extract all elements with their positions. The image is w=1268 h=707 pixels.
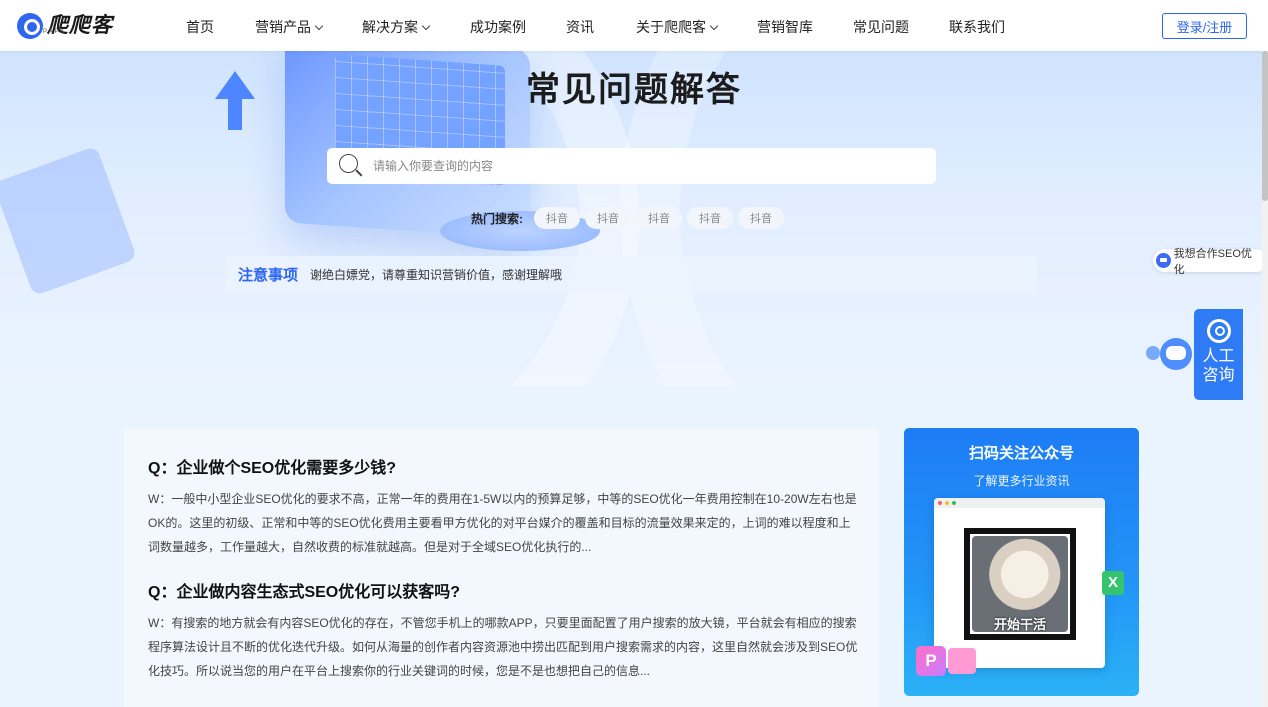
- nav-item-home[interactable]: 首页: [186, 17, 214, 37]
- hot-searches-label: 热门搜索:: [471, 211, 523, 226]
- qr-caption: 开始干活: [993, 617, 1046, 632]
- seo-cooperation-button[interactable]: 我想合作SEO优化: [1153, 248, 1268, 276]
- nav-item-label: 成功案例: [470, 19, 526, 35]
- hot-searches: 热门搜索: 抖音 抖音 抖音 抖音 抖音: [471, 207, 784, 229]
- nav-item-label: 常见问题: [853, 19, 909, 35]
- logo[interactable]: 爬爬客: [17, 13, 113, 39]
- nav-item-label: 关于爬爬客: [636, 19, 706, 35]
- faq-answer: W：一般中小型企业SEO优化的要求不高，正常一年的费用在1-5W以内的预算足够，…: [148, 492, 857, 554]
- nav-item-label: 营销智库: [757, 19, 813, 35]
- chevron-down-icon: [314, 21, 324, 31]
- faq-question[interactable]: Q：企业做个SEO优化需要多少钱?: [148, 458, 860, 480]
- search-bar: [327, 148, 936, 184]
- card-subtitle: 了解更多行业资讯: [973, 474, 1070, 488]
- wechat-follow-card: 扫码关注公众号 了解更多行业资讯 开始干活 P X: [904, 428, 1139, 696]
- browser-window-illustration: 开始干活: [934, 498, 1105, 668]
- robot-face: [1166, 346, 1186, 360]
- nav-item-solutions[interactable]: 解决方案: [362, 17, 431, 37]
- notice-title: 注意事项: [238, 266, 299, 284]
- chevron-down-icon: [421, 21, 431, 31]
- notice-text: 谢绝白嫖党，请尊重知识营销价值，感谢理解哦: [310, 267, 563, 282]
- faq-item[interactable]: Q：企业做个SEO优化需要多少钱? W：一般中小型企业SEO优化的要求不高，正常…: [148, 458, 860, 559]
- logo-icon: [17, 13, 43, 39]
- pie-chart-icon: [948, 648, 976, 674]
- nav-item-products[interactable]: 营销产品: [255, 17, 324, 37]
- logo-icon: [1206, 319, 1231, 343]
- hot-tag[interactable]: 抖音: [636, 207, 682, 229]
- nav-item-label: 资讯: [566, 19, 594, 35]
- faq-item[interactable]: Q：企业做内容生态式SEO优化可以获客吗? W：有搜索的地方就会有内容SEO优化…: [148, 582, 860, 683]
- chat-icon: [1156, 253, 1171, 268]
- nav-item-about[interactable]: 关于爬爬客: [636, 17, 719, 37]
- login-register-button[interactable]: 登录/注册: [1162, 13, 1247, 39]
- page-title: 常见问题解答: [526, 71, 742, 109]
- chevron-down-icon: [709, 21, 719, 31]
- seo-cooperation-label: 我想合作SEO优化: [1173, 247, 1252, 276]
- scrollbar-thumb[interactable]: [1262, 51, 1268, 201]
- nav-item-contact[interactable]: 联系我们: [949, 17, 1005, 37]
- nav-item-label: 解决方案: [362, 19, 418, 35]
- nav-item-news[interactable]: 资讯: [566, 17, 594, 37]
- manual-consult-button[interactable]: 人工咨询: [1194, 309, 1243, 400]
- nav-item-label: 联系我们: [949, 19, 1005, 35]
- robot-mascot[interactable]: [1146, 332, 1198, 382]
- faq-list: Q：企业做个SEO优化需要多少钱? W：一般中小型企业SEO优化的要求不高，正常…: [124, 428, 879, 707]
- hot-tag[interactable]: 抖音: [687, 207, 733, 229]
- card-title: 扫码关注公众号: [968, 445, 1074, 462]
- hot-tag[interactable]: 抖音: [585, 207, 631, 229]
- consult-label: 人工咨询: [1202, 348, 1235, 384]
- hot-tag[interactable]: 抖音: [738, 207, 784, 229]
- notice-bar: 注意事项 谢绝白嫖党，请尊重知识营销价值，感谢理解哦: [225, 256, 1037, 292]
- window-titlebar: [934, 498, 1105, 508]
- window-dot: [952, 501, 956, 505]
- top-navbar: 爬爬客 PAPK 首页 营销产品 解决方案 成功案例 资讯 关于爬爬客 营销智库…: [0, 0, 1268, 51]
- window-dot: [938, 501, 942, 505]
- faq-answer: W：有搜索的地方就会有内容SEO优化的存在，不管您手机上的哪款APP，只要里面配…: [148, 616, 858, 678]
- hot-tag[interactable]: 抖音: [534, 207, 580, 229]
- nav-item-think-tank[interactable]: 营销智库: [757, 17, 813, 37]
- window-dot: [945, 501, 949, 505]
- excel-icon: X: [1102, 571, 1124, 595]
- logo-subtext: PAPK: [43, 29, 67, 35]
- nav-item-faq[interactable]: 常见问题: [853, 17, 909, 37]
- nav-item-label: 首页: [186, 19, 214, 35]
- nav-item-label: 营销产品: [255, 19, 311, 35]
- search-icon[interactable]: [339, 154, 363, 178]
- search-input[interactable]: [373, 149, 936, 183]
- robot-ear: [1146, 346, 1160, 360]
- page-scrollbar[interactable]: [1262, 51, 1268, 707]
- faq-question[interactable]: Q：企业做内容生态式SEO优化可以获客吗?: [148, 582, 860, 604]
- nav-item-cases[interactable]: 成功案例: [470, 17, 526, 37]
- ppt-icon: P: [916, 646, 946, 676]
